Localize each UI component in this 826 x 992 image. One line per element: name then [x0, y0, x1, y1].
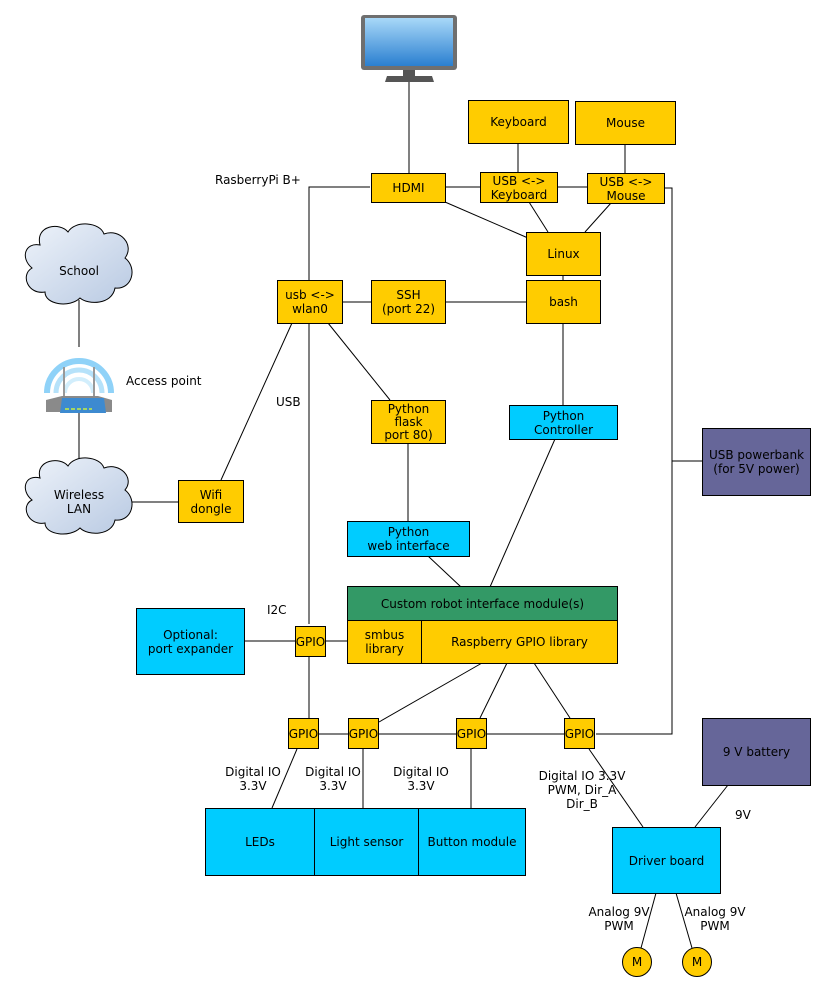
dio-light-label: Digital IO 3.3V	[305, 765, 361, 793]
ssh-node[interactable]: SSH (port 22)	[371, 280, 446, 324]
line-usbkbd-linux	[528, 201, 549, 233]
line-battery-driver	[694, 784, 729, 828]
motor-2-node[interactable]: M	[682, 947, 712, 977]
leds-node[interactable]: LEDs	[205, 808, 315, 876]
dio-leds-label: Digital IO 3.3V	[225, 765, 281, 793]
line-lib-gpio3	[479, 662, 508, 719]
usb-label: USB	[276, 395, 301, 409]
line-lib-gpio4	[533, 662, 571, 719]
python-controller-node[interactable]: Python Controller	[509, 405, 618, 440]
motor-1-node[interactable]: M	[622, 947, 652, 977]
pi-title: RasberryPi B+	[215, 173, 301, 187]
gpio-driver-node[interactable]: GPIO	[564, 718, 595, 749]
gpio-button-node[interactable]: GPIO	[456, 718, 487, 749]
i2c-label: I2C	[267, 603, 287, 617]
line-webif-custom	[427, 555, 462, 588]
linux-node[interactable]: Linux	[526, 232, 601, 276]
access-point-label: Access point	[126, 374, 202, 388]
dio-driver-label: Digital IO 3.3V PWM, Dir_A Dir_B	[538, 769, 626, 811]
cloud-wireless-lan: Wireless LAN	[53, 488, 105, 516]
cloud-school: School	[59, 264, 99, 278]
line-hdmi-linux	[444, 201, 529, 239]
python-flask-node[interactable]: Python flask port 80)	[371, 400, 446, 444]
gpio-i2c-node[interactable]: GPIO	[295, 626, 326, 657]
port-expander-node[interactable]: Optional: port expander	[136, 608, 245, 675]
line-lib-gpio2	[378, 662, 483, 723]
hdmi-node[interactable]: HDMI	[371, 173, 446, 203]
battery-node[interactable]: 9 V battery	[702, 718, 811, 786]
usb-wlan0-node[interactable]: usb <-> wlan0	[277, 280, 343, 324]
line-usbmouse-linux	[584, 202, 612, 233]
keyboard-node[interactable]: Keyboard	[468, 100, 569, 144]
wifi-dongle-node[interactable]: Wifi dongle	[178, 480, 244, 523]
dio-button-label: Digital IO 3.3V	[393, 765, 449, 793]
line-pi-top-left	[308, 186, 370, 282]
gpio-light-node[interactable]: GPIO	[348, 718, 379, 749]
custom-robot-module-node[interactable]: Custom robot interface module(s)	[347, 586, 618, 621]
usb-mouse-node[interactable]: USB <-> Mouse	[587, 173, 665, 204]
usb-keyboard-node[interactable]: USB <-> Keyboard	[480, 172, 558, 203]
analog-1-label: Analog 9V PWM	[588, 905, 650, 933]
analog-2-label: Analog 9V PWM	[684, 905, 746, 933]
gpio-library-node[interactable]: Raspberry GPIO library	[421, 620, 618, 664]
driver-board-node[interactable]: Driver board	[612, 827, 721, 894]
gpio-leds-node[interactable]: GPIO	[288, 718, 319, 749]
python-web-interface-node[interactable]: Python web interface	[347, 521, 470, 557]
wifi-router-icon	[44, 358, 114, 413]
line-wlan-flask	[327, 322, 391, 401]
mouse-node[interactable]: Mouse	[575, 101, 676, 145]
nine-v-label: 9V	[735, 808, 751, 822]
usb-powerbank-node[interactable]: USB powerbank (for 5V power)	[702, 428, 811, 496]
button-module-node[interactable]: Button module	[418, 808, 526, 876]
line-controller-custom	[489, 438, 556, 588]
light-sensor-node[interactable]: Light sensor	[314, 808, 419, 876]
smbus-library-node[interactable]: smbus library	[347, 620, 422, 664]
bash-node[interactable]: bash	[526, 280, 601, 324]
monitor-icon	[361, 15, 457, 82]
